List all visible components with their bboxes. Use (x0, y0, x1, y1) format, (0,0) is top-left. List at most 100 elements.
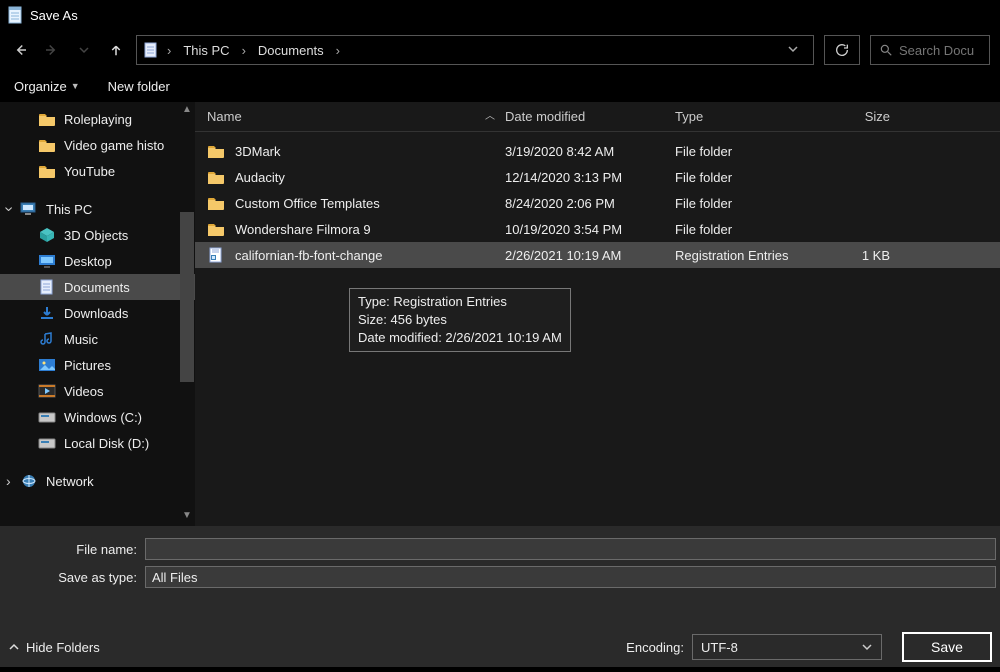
search-input[interactable] (899, 43, 979, 58)
filename-input[interactable] (152, 542, 989, 557)
tree-this-pc-child[interactable]: Windows (C:) (0, 404, 195, 430)
table-row[interactable]: Custom Office Templates8/24/2020 2:06 PM… (195, 190, 1000, 216)
up-button[interactable] (106, 40, 126, 60)
location-icon (143, 42, 159, 58)
organize-menu[interactable]: Organize ▼ (14, 79, 80, 94)
tree-this-pc[interactable]: This PC (0, 196, 195, 222)
encoding-value: UTF-8 (701, 640, 738, 655)
tree-quick-item[interactable]: Video game histo (0, 132, 195, 158)
breadcrumb-folder[interactable]: Documents (254, 41, 328, 60)
chevron-right-icon: › (332, 43, 344, 58)
file-name: californian-fb-font-change (235, 248, 382, 263)
scrollbar-thumb[interactable] (180, 212, 194, 382)
file-date: 3/19/2020 8:42 AM (505, 144, 675, 159)
file-date: 2/26/2021 10:19 AM (505, 248, 675, 263)
save-panel: File name: Save as type: All Files Hide … (0, 526, 1000, 667)
encoding-select[interactable]: UTF-8 (692, 634, 882, 660)
item-icon (38, 409, 56, 425)
file-date: 12/14/2020 3:13 PM (505, 170, 675, 185)
col-type[interactable]: Type (675, 109, 840, 124)
file-type: File folder (675, 170, 840, 185)
savetype-value: All Files (152, 570, 198, 585)
table-row[interactable]: 3DMark 3/19/2020 8:42 AMFile folder (195, 138, 1000, 164)
recent-locations-button[interactable] (74, 40, 94, 60)
item-icon (38, 435, 56, 451)
app-icon (8, 6, 24, 24)
tooltip-line: Size: 456 bytes (358, 311, 562, 329)
col-date[interactable]: Date modified (505, 109, 675, 124)
dropdown-icon: ▼ (71, 81, 80, 91)
item-icon (38, 253, 56, 269)
tree-item-label: Windows (C:) (64, 410, 142, 425)
col-name[interactable]: Name ︿ (195, 109, 505, 124)
col-size[interactable]: Size (840, 109, 900, 124)
tree-item-label: 3D Objects (64, 228, 128, 243)
nav-bar: › This PC › Documents › (0, 30, 1000, 70)
save-button[interactable]: Save (902, 632, 992, 662)
file-name: Wondershare Filmora 9 (235, 222, 371, 237)
file-date: 10/19/2020 3:54 PM (505, 222, 675, 237)
address-bar[interactable]: › This PC › Documents › (136, 35, 814, 65)
file-name: Audacity (235, 170, 285, 185)
item-icon (38, 383, 56, 399)
back-button[interactable] (10, 40, 30, 60)
file-date: 8/24/2020 2:06 PM (505, 196, 675, 211)
table-row[interactable]: Wondershare Filmora 9 10/19/2020 3:54 PMF… (195, 216, 1000, 242)
hide-folders-button[interactable]: Hide Folders (8, 640, 100, 655)
item-icon (38, 279, 56, 295)
tree-item-label: Desktop (64, 254, 112, 269)
refresh-button[interactable] (824, 35, 860, 65)
search-box[interactable] (870, 35, 990, 65)
tree-this-pc-child[interactable]: Music (0, 326, 195, 352)
tree-this-pc-child[interactable]: Documents (0, 274, 195, 300)
file-name: 3DMark (235, 144, 281, 159)
tree-this-pc-child[interactable]: Pictures (0, 352, 195, 378)
folder-icon (207, 195, 225, 211)
tree-this-pc-child[interactable]: Downloads (0, 300, 195, 326)
tree-this-pc-child[interactable]: Local Disk (D:) (0, 430, 195, 456)
scroll-up-button[interactable]: ▲ (180, 104, 194, 118)
table-row[interactable]: californian-fb-font-change 2/26/2021 10:1… (195, 242, 1000, 268)
tree-item-label: Network (46, 474, 94, 489)
table-row[interactable]: Audacity 12/14/2020 3:13 PMFile folder (195, 164, 1000, 190)
tree-network[interactable]: › Network (0, 468, 195, 494)
tree-item-label: This PC (46, 202, 92, 217)
forward-button[interactable] (42, 40, 62, 60)
filename-field[interactable] (145, 538, 996, 560)
scroll-down-button[interactable]: ▼ (180, 510, 194, 524)
filename-label: File name: (0, 542, 145, 557)
pc-icon (20, 201, 38, 217)
folder-icon (207, 143, 225, 159)
tree-this-pc-child[interactable]: Videos (0, 378, 195, 404)
tree-item-label: Local Disk (D:) (64, 436, 149, 451)
tree-this-pc-child[interactable]: 3D Objects (0, 222, 195, 248)
tree-item-label: Downloads (64, 306, 128, 321)
file-list[interactable]: Name ︿ Date modified Type Size 3DMark 3/1… (195, 102, 1000, 526)
organize-label: Organize (14, 79, 67, 94)
sort-indicator-icon: ︿ (485, 107, 505, 122)
file-type: File folder (675, 222, 840, 237)
savetype-field[interactable]: All Files (145, 566, 996, 588)
search-icon (879, 43, 893, 57)
tree-item-label: Videos (64, 384, 104, 399)
tree-quick-item[interactable]: YouTube (0, 158, 195, 184)
chevron-right-icon: › (238, 43, 250, 58)
tree-this-pc-child[interactable]: Desktop (0, 248, 195, 274)
breadcrumb-root[interactable]: This PC (179, 41, 233, 60)
folder-icon (207, 169, 225, 185)
command-bar: Organize ▼ New folder (0, 70, 1000, 102)
nav-tree[interactable]: ▲ RoleplayingVideo game histoYouTube Thi… (0, 102, 195, 526)
file-type: File folder (675, 144, 840, 159)
folder-icon (38, 111, 56, 127)
reg-file-icon (207, 247, 225, 263)
network-icon (20, 473, 38, 489)
file-type: Registration Entries (675, 248, 840, 263)
column-headers[interactable]: Name ︿ Date modified Type Size (195, 102, 1000, 132)
window-title: Save As (30, 8, 78, 23)
item-icon (38, 227, 56, 243)
new-folder-button[interactable]: New folder (108, 79, 170, 94)
tooltip-line: Type: Registration Entries (358, 293, 562, 311)
address-history-button[interactable] (779, 43, 807, 58)
tooltip-line: Date modified: 2/26/2021 10:19 AM (358, 329, 562, 347)
tree-quick-item[interactable]: Roleplaying (0, 106, 195, 132)
